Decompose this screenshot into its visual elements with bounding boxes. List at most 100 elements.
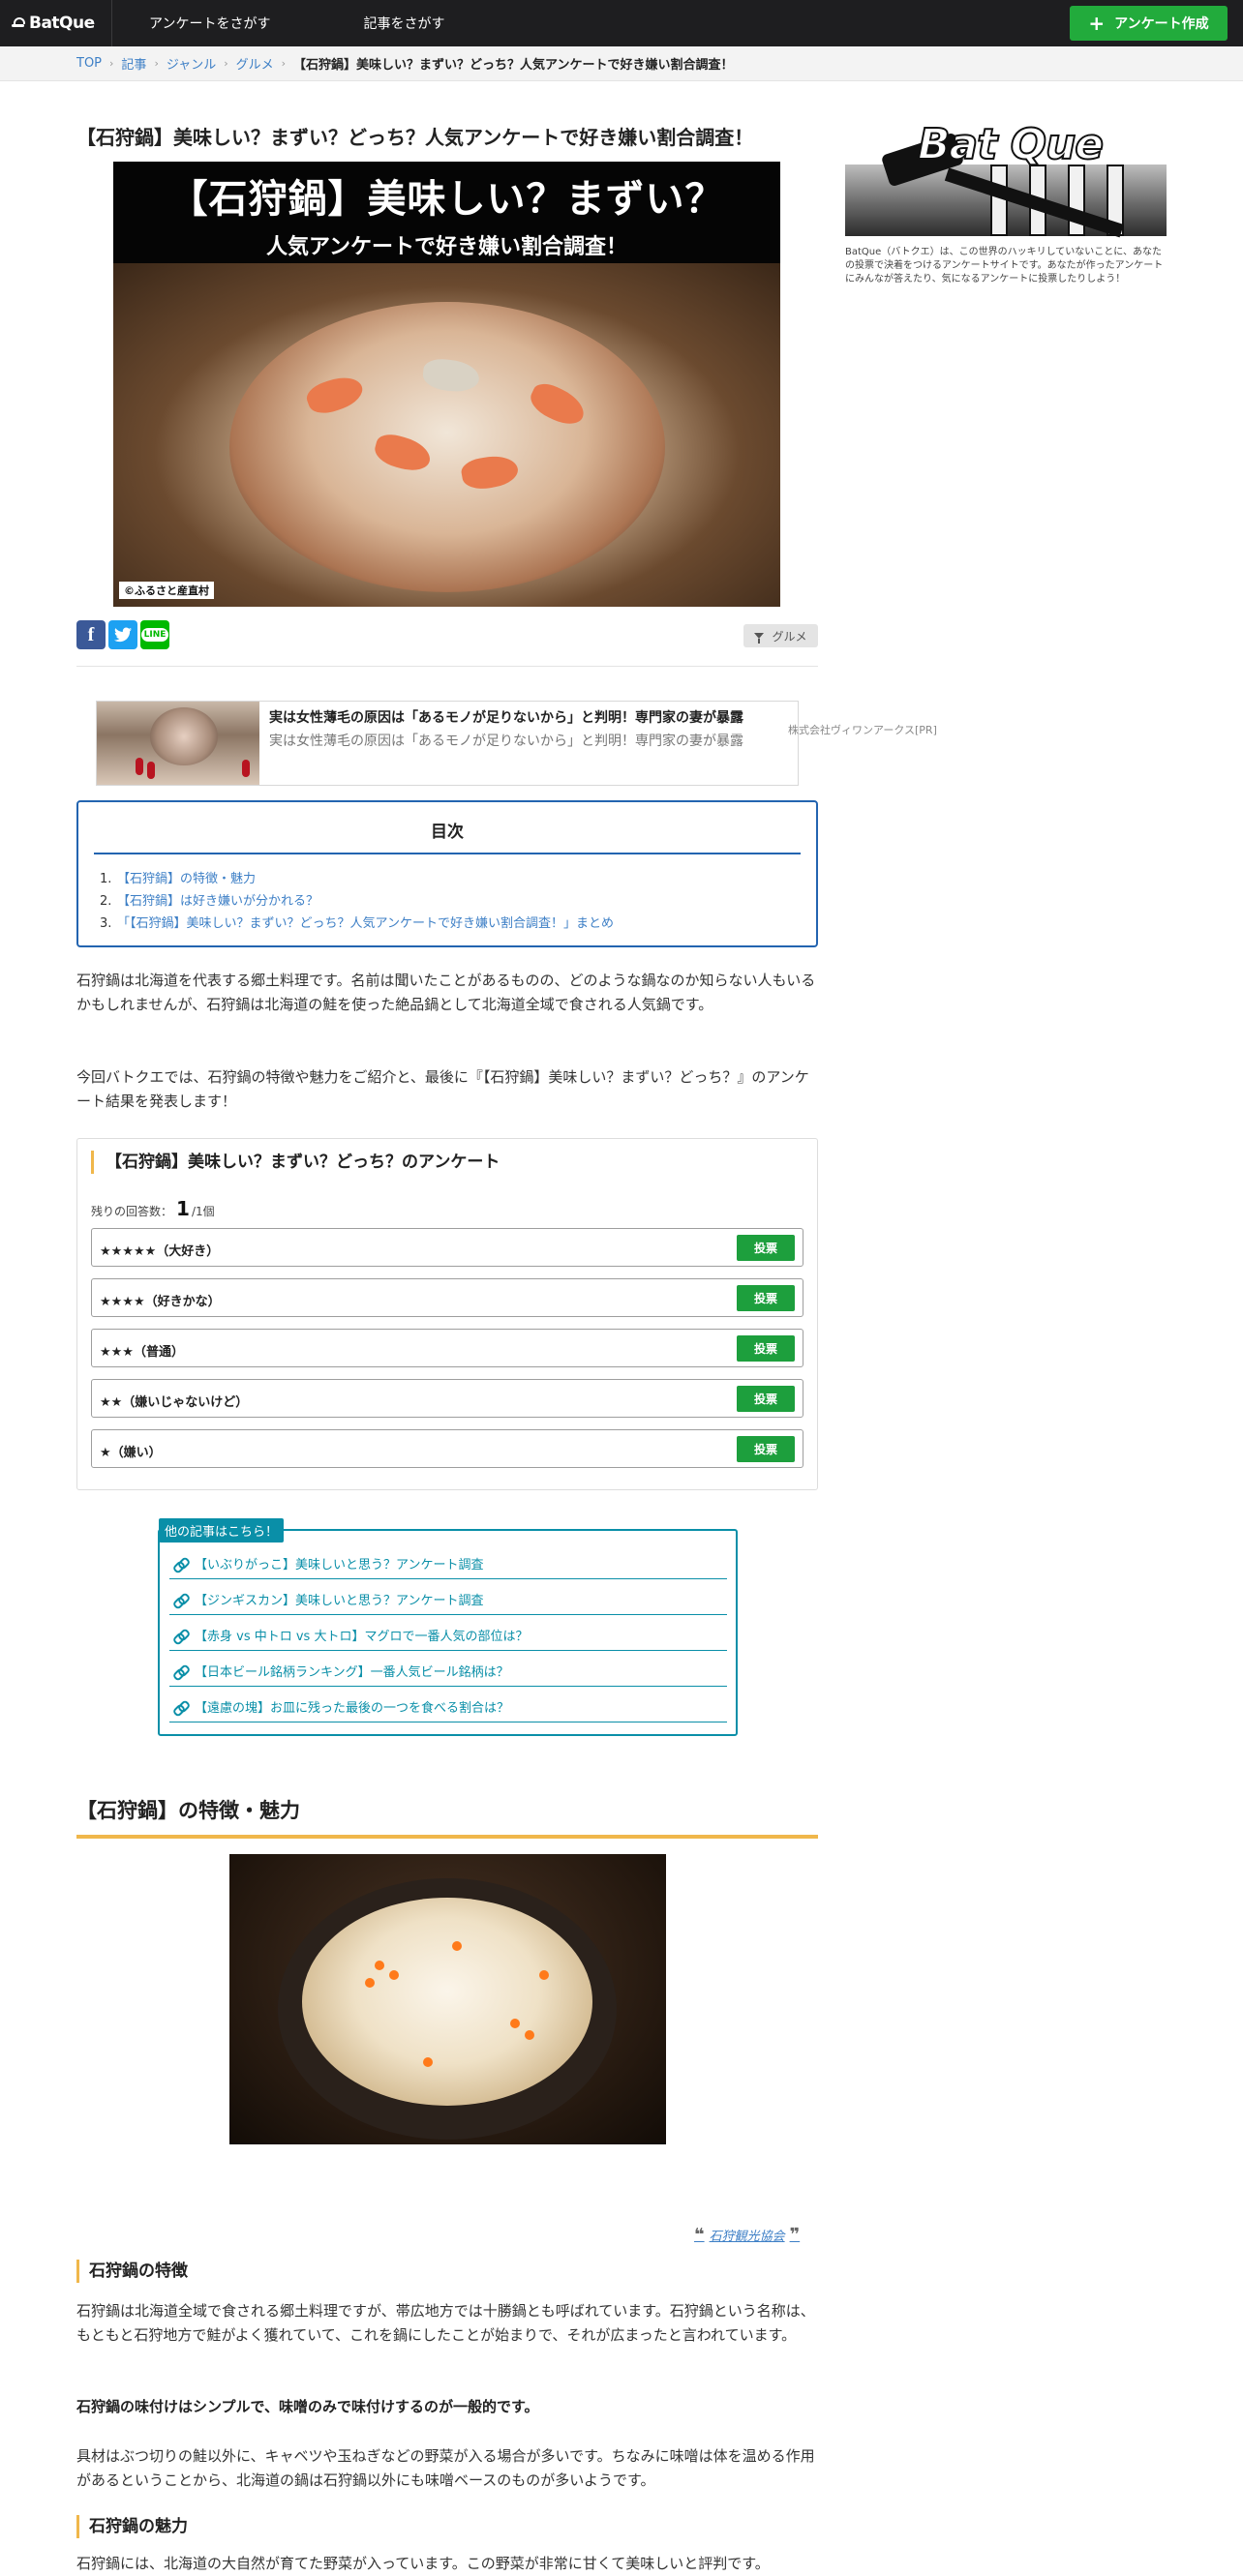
poll-remaining: 残りの回答数： 1/1個 (91, 1197, 215, 1220)
body-paragraph: 石狩鍋には、北海道の大自然が育てた野菜が入っています。この野菜が非常に甘くて美味… (76, 2555, 770, 2572)
share-buttons: f LINE (76, 620, 169, 649)
related-articles-tag: 他の記事はこちら！ (159, 1518, 285, 1543)
poll-option[interactable]: ★（嫌い） 投票 (91, 1429, 803, 1468)
vote-button[interactable]: 投票 (737, 1235, 795, 1261)
twitter-bird-icon (114, 627, 132, 643)
vote-button[interactable]: 投票 (737, 1285, 795, 1311)
poll-box: 【石狩鍋】美味しい？まずい？どっち？のアンケート 残りの回答数： 1/1個 ★★★… (76, 1138, 818, 1490)
toc-title: 目次 (431, 823, 464, 842)
salmon-roe (375, 1961, 384, 1970)
toc-item: 1. 【石狩鍋】の特徴・魅力 (100, 868, 816, 890)
link-icon (173, 1557, 187, 1571)
related-article-title: 【赤身 vs 中トロ vs 大トロ】マグロで一番人気の部位は？ (195, 1630, 529, 1644)
line-icon: LINE (140, 628, 169, 642)
table-of-contents: 目次 1. 【石狩鍋】の特徴・魅力 2. 【石狩鍋】は好き嫌いが分かれる？ 3. 「【… (76, 800, 818, 947)
poll-option[interactable]: ★★★★★（大好き） 投票 (91, 1228, 803, 1267)
ad-sponsor[interactable]: 株式会社ヴィワンアークス[PR] (788, 722, 937, 737)
create-survey-label: アンケート作成 (1114, 16, 1209, 32)
poll-option[interactable]: ★★★（普通） 投票 (91, 1329, 803, 1367)
toc-item-number: 1. (100, 872, 112, 886)
ad-description: 実は女性薄毛の原因は「あるモノが足りないから」と判明！専門家の妻が暴露 (269, 734, 743, 749)
related-article-title: 【遠慮の塊】お皿に残った最後の一つを食べる割合は？ (195, 1701, 510, 1716)
toc-link-features[interactable]: 【石狩鍋】の特徴・魅力 (117, 872, 256, 886)
related-article-link[interactable]: 【赤身 vs 中トロ vs 大トロ】マグロで一番人気の部位は？ (169, 1620, 727, 1651)
nav-search-surveys[interactable]: アンケートをさがす (149, 14, 270, 33)
create-survey-button[interactable]: + アンケート作成 (1070, 6, 1228, 41)
site-description: BatQue（バトクエ）は、この世界のハッキリしていないことに、あなたの投票で決… (845, 247, 1164, 285)
toc-link-summary[interactable]: 「【石狩鍋】美味しい？まずい？どっち？人気アンケートで好き嫌い割合調査！」まとめ (117, 916, 614, 931)
section-heading: 【石狩鍋】の特徴・魅力 (76, 1794, 818, 1839)
chevron-right-icon: › (154, 57, 159, 70)
photo-credit[interactable]: ❝ 石狩観光協会 ❞ (694, 2226, 800, 2244)
hero-caption-line1: 【石狩鍋】美味しい？まずい？ (168, 177, 725, 222)
photo-credit-link[interactable]: 石狩観光協会 (710, 2226, 785, 2244)
salmon-roe (539, 1970, 549, 1980)
breadcrumb-top[interactable]: TOP (76, 56, 102, 71)
genre-tag-label: グルメ (772, 629, 807, 644)
batque-logo-icon (12, 16, 25, 30)
related-article-link[interactable]: 【日本ビール銘柄ランキング】一番人気ビール銘柄は？ (169, 1656, 727, 1687)
poll-option-label: ★（嫌い） (100, 1446, 162, 1460)
quote-close-icon: ❞ (789, 2224, 801, 2245)
salmon-roe (365, 1978, 375, 1988)
facebook-share-button[interactable]: f (76, 620, 106, 649)
poll-remaining-total: /1個 (191, 1205, 215, 1218)
toc-link-likes-dislikes[interactable]: 【石狩鍋】は好き嫌いが分かれる？ (117, 894, 318, 909)
breadcrumb-gourmet[interactable]: グルメ (236, 54, 274, 73)
link-icon (173, 1664, 187, 1678)
vote-button[interactable]: 投票 (737, 1335, 795, 1362)
sidebar: Bat Que BatQue（バトクエ）は、この世界のハッキリしていないことに、… (845, 114, 1167, 286)
hero-credit: ©ふるさと産直村 (119, 582, 214, 599)
site-logo-text: BatQue (29, 14, 95, 33)
filter-icon (754, 633, 765, 644)
chevron-right-icon: › (281, 57, 287, 70)
chevron-right-icon: › (109, 57, 114, 70)
twitter-share-button[interactable] (108, 620, 137, 649)
poll-option[interactable]: ★★★★（好きかな） 投票 (91, 1278, 803, 1317)
related-article-title: 【日本ビール銘柄ランキング】一番人気ビール銘柄は？ (195, 1665, 509, 1680)
salmon-roe (452, 1941, 462, 1951)
toc-item: 3. 「【石狩鍋】美味しい？まずい？どっち？人気アンケートで好き嫌い割合調査！」ま… (100, 913, 816, 935)
intro-paragraph: 今回バトクエでは、石狩鍋の特徴や魅力をご紹介と、最後に『【石狩鍋】美味しい？まず… (76, 1068, 809, 1110)
poll-option-label: ★★★★★（大好き） (100, 1244, 220, 1259)
breadcrumb-articles[interactable]: 記事 (121, 54, 146, 73)
ad-banner[interactable]: 実は女性薄毛の原因は「あるモノが足りないから」と判明！専門家の妻が暴露 実は女性… (96, 701, 799, 786)
chevron-right-icon: › (224, 57, 228, 70)
subsection-heading: 石狩鍋の魅力 (76, 2515, 188, 2538)
site-logo[interactable]: BatQue (0, 0, 112, 46)
vote-button[interactable]: 投票 (737, 1436, 795, 1462)
toc-item-number: 2. (100, 894, 112, 909)
vote-button[interactable]: 投票 (737, 1386, 795, 1412)
ad-image-detail (136, 758, 143, 775)
link-icon (173, 1593, 187, 1606)
batque-banner[interactable]: Bat Que (845, 114, 1167, 242)
salmon-roe (389, 1970, 399, 1980)
toc-item-number: 3. (100, 916, 112, 931)
page-title: 【石狩鍋】美味しい？まずい？どっち？人気アンケートで好き嫌い割合調査！ (76, 126, 754, 149)
breadcrumb: TOP › 記事 › ジャンル › グルメ › 【石狩鍋】美味しい？まずい？どっ… (0, 46, 1243, 81)
ad-text: 実は女性薄毛の原因は「あるモノが足りないから」と判明！専門家の妻が暴露 実は女性… (259, 702, 782, 785)
poll-option-label: ★★★★（好きかな） (100, 1295, 221, 1309)
subsection-heading: 石狩鍋の特徴 (76, 2260, 188, 2283)
breadcrumb-genre[interactable]: ジャンル (167, 54, 216, 73)
poll-option-label: ★★（嫌いじゃないけど） (100, 1395, 249, 1410)
hero-caption-line2: 人気アンケートで好き嫌い割合調査！ (265, 235, 628, 259)
soup (302, 1898, 592, 2106)
related-article-title: 【ジンギスカン】美味しいと思う？アンケート調査 (195, 1594, 484, 1608)
related-article-title: 【いぶりがっこ】美味しいと思う？アンケート調査 (195, 1558, 484, 1573)
genre-tag[interactable]: グルメ (743, 624, 818, 647)
ishikari-nabe-photo (229, 1854, 666, 2144)
ad-image-detail (147, 762, 155, 779)
line-share-button[interactable]: LINE (140, 620, 169, 649)
related-article-link[interactable]: 【いぶりがっこ】美味しいと思う？アンケート調査 (169, 1548, 727, 1579)
related-article-link[interactable]: 【遠慮の塊】お皿に残った最後の一つを食べる割合は？ (169, 1692, 727, 1722)
nav-search-articles[interactable]: 記事をさがす (363, 14, 444, 33)
toc-list: 1. 【石狩鍋】の特徴・魅力 2. 【石狩鍋】は好き嫌いが分かれる？ 3. 「【石狩鍋… (100, 868, 816, 935)
toc-item: 2. 【石狩鍋】は好き嫌いが分かれる？ (100, 890, 816, 913)
poll-option[interactable]: ★★（嫌いじゃないけど） 投票 (91, 1379, 803, 1418)
toc-divider (94, 853, 801, 854)
ad-image-detail (242, 760, 250, 777)
poll-option-label: ★★★（普通） (100, 1345, 184, 1360)
quote-open-icon: ❝ (694, 2224, 705, 2245)
related-article-link[interactable]: 【ジンギスカン】美味しいと思う？アンケート調査 (169, 1584, 727, 1615)
